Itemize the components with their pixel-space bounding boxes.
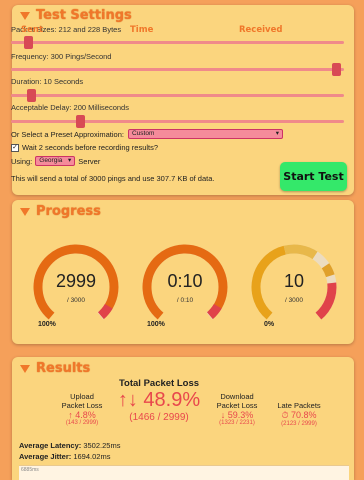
server-selected: Georgia [39, 157, 63, 164]
settings-header[interactable]: Test Settings [20, 8, 346, 23]
download-loss: Download Packet Loss ↓ 59.3% (1323 / 223… [207, 392, 267, 426]
time-gauge: 0:10 / 0:10 100% [139, 241, 231, 333]
delay-slider[interactable] [11, 115, 344, 128]
settings-title: Test Settings [36, 8, 132, 23]
wait-label: Wait 2 seconds before recording results? [22, 143, 159, 152]
received-percent: 0% [264, 321, 275, 328]
jitter-value: 1694.02ms [73, 452, 111, 461]
received-total: / 3000 [284, 297, 304, 304]
chevron-down-icon: ▾ [275, 130, 279, 137]
duration-slider[interactable] [11, 89, 344, 102]
latency-value: 3502.25ms [83, 441, 121, 450]
upload-label-2: Packet Loss [61, 401, 103, 410]
duration-thumb[interactable] [27, 89, 37, 102]
received-gauge: 10 / 3000 0% [248, 241, 340, 333]
latency-chart: 6885ms [19, 465, 349, 480]
start-test-button[interactable]: Start Test [280, 162, 347, 191]
received-value: 10 [283, 271, 305, 291]
collapse-triangle-icon[interactable] [20, 11, 30, 20]
sent-total: / 3000 [66, 297, 86, 304]
time-value: 0:10 [167, 271, 203, 291]
total-loss: Total Packet Loss ↑↓ 48.9% (1466 / 2999) [104, 378, 214, 423]
server-label: Server [78, 156, 101, 166]
duration-label: Duration: 10 Seconds [11, 77, 84, 86]
progress-title: Progress [36, 204, 101, 219]
upload-value: ↑ 4.8% [68, 410, 96, 420]
average-jitter: Average Jitter: 1694.02ms [19, 452, 110, 461]
packet-sizes-slider[interactable] [11, 36, 344, 49]
chart-tick-label: 6885ms [21, 467, 39, 473]
using-label: Using: [11, 156, 33, 166]
average-latency: Average Latency: 3502.25ms [19, 441, 120, 450]
server-row: Using: Georgia ▾ Server [11, 156, 100, 166]
late-packets: Late Packets ⏱ 70.8% (2123 / 2999) [269, 401, 329, 427]
collapse-triangle-icon[interactable] [20, 364, 30, 373]
total-detail: (1466 / 2999) [129, 412, 189, 423]
total-value: ↑↓ 48.9% [117, 389, 201, 411]
chevron-down-icon: ▾ [68, 157, 72, 164]
late-label: Late Packets [277, 401, 321, 410]
results-title: Results [36, 361, 91, 376]
preset-row: Or Select a Preset Approximation: Custom… [11, 129, 283, 139]
time-percent: 100% [147, 321, 165, 328]
server-select[interactable]: Georgia ▾ [35, 156, 76, 166]
wait-row: ✓ Wait 2 seconds before recording result… [11, 143, 158, 152]
sent-value: 2999 [55, 271, 97, 291]
time-total: / 0:10 [176, 297, 194, 304]
sent-percent: 100% [38, 321, 56, 328]
download-value: ↓ 59.3% [220, 410, 254, 420]
jitter-label: Average Jitter: [19, 452, 72, 461]
total-label: Total Packet Loss [118, 378, 200, 389]
gauge-loss-segment [97, 303, 113, 320]
download-label: Download [220, 392, 254, 401]
gauge-loss-segment [206, 303, 222, 320]
delay-thumb[interactable] [75, 115, 85, 128]
time-gauge-title: Time [130, 25, 154, 35]
wait-checkbox[interactable]: ✓ [11, 143, 19, 152]
late-value: ⏱ 70.8% [281, 410, 317, 420]
results-header[interactable]: Results [20, 361, 346, 376]
frequency-slider[interactable] [11, 63, 344, 76]
upload-label: Upload [70, 392, 94, 401]
received-gauge-title: Received [239, 25, 283, 35]
download-detail: (1323 / 2231) [219, 420, 255, 426]
upload-detail: (143 / 2999) [65, 420, 99, 426]
frequency-label: Frequency: 300 Pings/Second [11, 52, 112, 61]
collapse-triangle-icon[interactable] [20, 207, 30, 216]
preset-select[interactable]: Custom ▾ [127, 129, 283, 139]
progress-header[interactable]: Progress [20, 204, 346, 219]
latency-label: Average Latency: [19, 441, 82, 450]
upload-loss: Upload Packet Loss ↑ 4.8% (143 / 2999) [52, 392, 112, 426]
sent-gauge-title: Sent [21, 25, 44, 35]
download-label-2: Packet Loss [216, 401, 258, 410]
gauge-fill-secondary [283, 244, 318, 260]
late-detail: (2123 / 2999) [281, 421, 317, 427]
frequency-thumb[interactable] [331, 63, 341, 76]
delay-label: Acceptable Delay: 200 Milliseconds [11, 103, 129, 112]
test-summary: This will send a total of 3000 pings and… [11, 174, 215, 183]
preset-selected: Custom [131, 130, 155, 137]
packet-sizes-thumb[interactable] [23, 36, 33, 49]
sent-gauge: 2999 / 3000 100% [30, 241, 122, 333]
preset-label: Or Select a Preset Approximation: [11, 129, 124, 139]
